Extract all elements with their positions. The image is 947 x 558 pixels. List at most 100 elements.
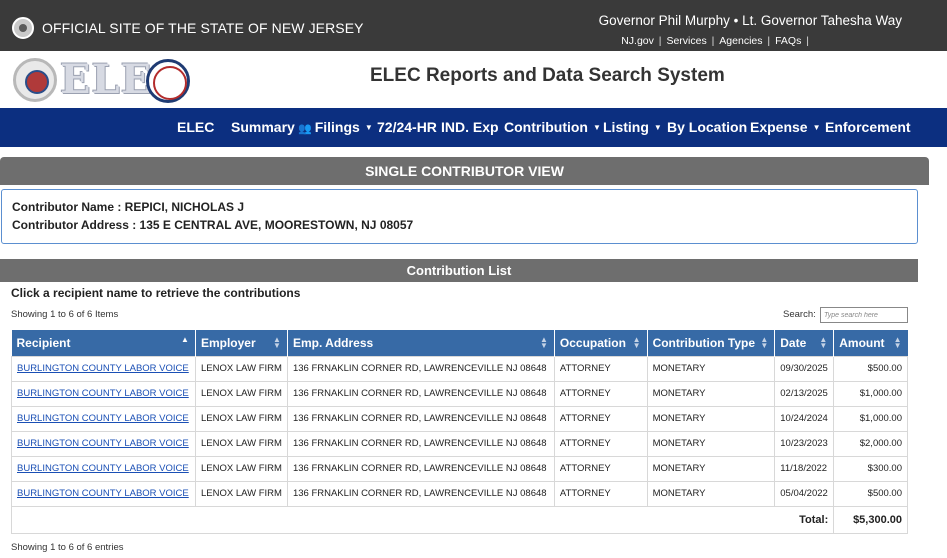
amount-cell: $500.00 [833, 480, 908, 507]
amount-cell: $1,000.00 [833, 380, 908, 407]
chevron-down-icon: ▼ [653, 123, 662, 132]
chevron-down-icon: ▼ [812, 123, 821, 132]
recipient-link[interactable]: BURLINGTON COUNTY LABOR VOICE [17, 413, 189, 424]
occupation-cell: ATTORNEY [553, 380, 648, 407]
link-services[interactable]: Services [666, 35, 706, 47]
employer-cell: LENOX LAW FIRM [194, 455, 288, 482]
date-cell: 10/24/2024 [774, 405, 835, 432]
recipient-link[interactable]: BURLINGTON COUNTY LABOR VOICE [17, 488, 189, 499]
employer-cell: LENOX LAW FIRM [194, 380, 288, 407]
nav-expense[interactable]: Expense ▼ [750, 119, 821, 135]
showing-count-top: Showing 1 to 6 of 6 Items [11, 309, 119, 320]
state-seal-logo-icon [13, 58, 57, 102]
contribution-type-cell: MONETARY [646, 455, 776, 482]
date-cell: 09/30/2025 [774, 355, 835, 382]
occupation-cell: ATTORNEY [553, 455, 648, 482]
contributor-name: Contributor Name : REPICI, NICHOLAS J [12, 200, 245, 214]
search-input[interactable] [820, 307, 908, 323]
table-row: BURLINGTON COUNTY LABOR VOICE LENOX LAW … [11, 380, 908, 407]
nav-summary[interactable]: Summary [231, 119, 295, 135]
employer-cell: LENOX LAW FIRM [194, 430, 288, 457]
occupation-cell: ATTORNEY [553, 405, 648, 432]
top-links: NJ.gov | Services | Agencies | FAQs | [621, 35, 809, 47]
table-row: BURLINGTON COUNTY LABOR VOICE LENOX LAW … [11, 480, 908, 507]
emp-address-cell: 136 FRNAKLIN CORNER RD, LAWRENCEVILLE NJ… [286, 480, 555, 507]
page-title: ELEC Reports and Data Search System [370, 65, 725, 86]
contributor-address: Contributor Address : 135 E CENTRAL AVE,… [12, 218, 414, 232]
nav-filings[interactable]: 👥 Filings ▼ [298, 119, 373, 135]
recipient-link[interactable]: BURLINGTON COUNTY LABOR VOICE [17, 388, 189, 399]
emp-address-cell: 136 FRNAKLIN CORNER RD, LAWRENCEVILLE NJ… [286, 455, 555, 482]
contribution-type-cell: MONETARY [646, 430, 776, 457]
people-icon: 👥 [298, 123, 312, 135]
col-employer[interactable]: Employer ▲ ▼ [195, 330, 288, 356]
employer-cell: LENOX LAW FIRM [194, 405, 288, 432]
sort-icon: ▲ ▼ [539, 335, 548, 350]
sort-icon: ▲ ▼ [893, 335, 902, 350]
total-label: Total: [10, 505, 835, 534]
contribution-table: Recipient ▲ Employer ▲ ▼ Emp. Address ▲ ▼ Occ… [10, 330, 908, 534]
date-cell: 02/13/2025 [774, 380, 835, 407]
col-amount[interactable]: Amount ▲ ▼ [833, 330, 908, 356]
table-row: BURLINGTON COUNTY LABOR VOICE LENOX LAW … [11, 430, 908, 457]
nav-listing[interactable]: Listing ▼ [603, 119, 662, 135]
amount-cell: $500.00 [833, 355, 908, 382]
col-emp-address[interactable]: Emp. Address ▲ ▼ [287, 330, 555, 356]
emp-address-cell: 136 FRNAKLIN CORNER RD, LAWRENCEVILLE NJ… [286, 355, 555, 382]
link-njgov[interactable]: NJ.gov [621, 35, 654, 47]
search-label: Search: [783, 309, 816, 320]
col-date[interactable]: Date ▲ ▼ [774, 330, 835, 356]
chevron-down-icon: ▼ [364, 123, 373, 132]
recipient-link[interactable]: BURLINGTON COUNTY LABOR VOICE [17, 363, 189, 374]
sort-icon: ▲ ▼ [819, 335, 828, 350]
table-row: BURLINGTON COUNTY LABOR VOICE LENOX LAW … [11, 455, 908, 482]
nj-seal-icon [12, 17, 34, 39]
chevron-down-icon: ▼ [592, 123, 601, 132]
contribution-type-cell: MONETARY [646, 480, 776, 507]
official-site-bar: OFFICIAL SITE OF THE STATE OF NEW JERSEY… [0, 0, 947, 51]
nav-72-24-hr[interactable]: 72/24-HR [377, 119, 437, 135]
contribution-type-cell: MONETARY [646, 405, 776, 432]
main-nav: ELEC Summary 👥 Filings ▼ 72/24-HR IND. Exp… [0, 108, 947, 147]
occupation-cell: ATTORNEY [553, 480, 648, 507]
sort-icon: ▲ ▼ [632, 335, 641, 350]
recipient-hint: Click a recipient name to retrieve the c… [11, 286, 301, 300]
amount-cell: $2,000.00 [833, 430, 908, 457]
link-faqs[interactable]: FAQs [775, 35, 801, 47]
governor-text: Governor Phil Murphy • Lt. Governor Tahe… [598, 13, 902, 28]
nav-contribution[interactable]: Contribution ▼ [504, 119, 601, 135]
emp-address-cell: 136 FRNAKLIN CORNER RD, LAWRENCEVILLE NJ… [286, 405, 555, 432]
recipient-link[interactable]: BURLINGTON COUNTY LABOR VOICE [17, 463, 189, 474]
single-contributor-header: SINGLE CONTRIBUTOR VIEW [0, 157, 929, 185]
recipient-link[interactable]: BURLINGTON COUNTY LABOR VOICE [17, 438, 189, 449]
nav-by-location[interactable]: By Location [667, 119, 747, 135]
total-row: Total: $5,300.00 [10, 505, 908, 534]
table-row: BURLINGTON COUNTY LABOR VOICE LENOX LAW … [11, 405, 908, 432]
emp-address-cell: 136 FRNAKLIN CORNER RD, LAWRENCEVILLE NJ… [286, 380, 555, 407]
sort-asc-icon: ▲ [181, 335, 189, 344]
occupation-cell: ATTORNEY [553, 355, 648, 382]
date-cell: 05/04/2022 [774, 480, 835, 507]
amount-cell: $300.00 [833, 455, 908, 482]
nav-elec[interactable]: ELEC [177, 119, 214, 135]
elec-badge-logo-icon [146, 59, 190, 103]
sort-icon: ▲ ▼ [760, 335, 769, 350]
showing-count-bottom: Showing 1 to 6 of 6 entries [11, 542, 124, 553]
contribution-type-cell: MONETARY [646, 355, 776, 382]
emp-address-cell: 136 FRNAKLIN CORNER RD, LAWRENCEVILLE NJ… [286, 430, 555, 457]
amount-cell: $1,000.00 [833, 405, 908, 432]
col-contribution-type[interactable]: Contribution Type ▲ ▼ [647, 330, 776, 356]
table-row: BURLINGTON COUNTY LABOR VOICE LENOX LAW … [11, 355, 908, 382]
date-cell: 10/23/2023 [774, 430, 835, 457]
nav-enforcement[interactable]: Enforcement [825, 119, 911, 135]
total-value: $5,300.00 [833, 505, 908, 534]
official-site-text: OFFICIAL SITE OF THE STATE OF NEW JERSEY [42, 20, 364, 36]
nav-ind-exp[interactable]: IND. Exp [441, 119, 499, 135]
date-cell: 11/18/2022 [774, 455, 835, 482]
link-agencies[interactable]: Agencies [719, 35, 762, 47]
col-occupation[interactable]: Occupation ▲ ▼ [554, 330, 648, 356]
col-recipient[interactable]: Recipient ▲ [11, 330, 196, 356]
contribution-type-cell: MONETARY [646, 380, 776, 407]
employer-cell: LENOX LAW FIRM [194, 480, 288, 507]
header-logo-row: ELEC ELEC Reports and Data Search System [0, 51, 947, 108]
